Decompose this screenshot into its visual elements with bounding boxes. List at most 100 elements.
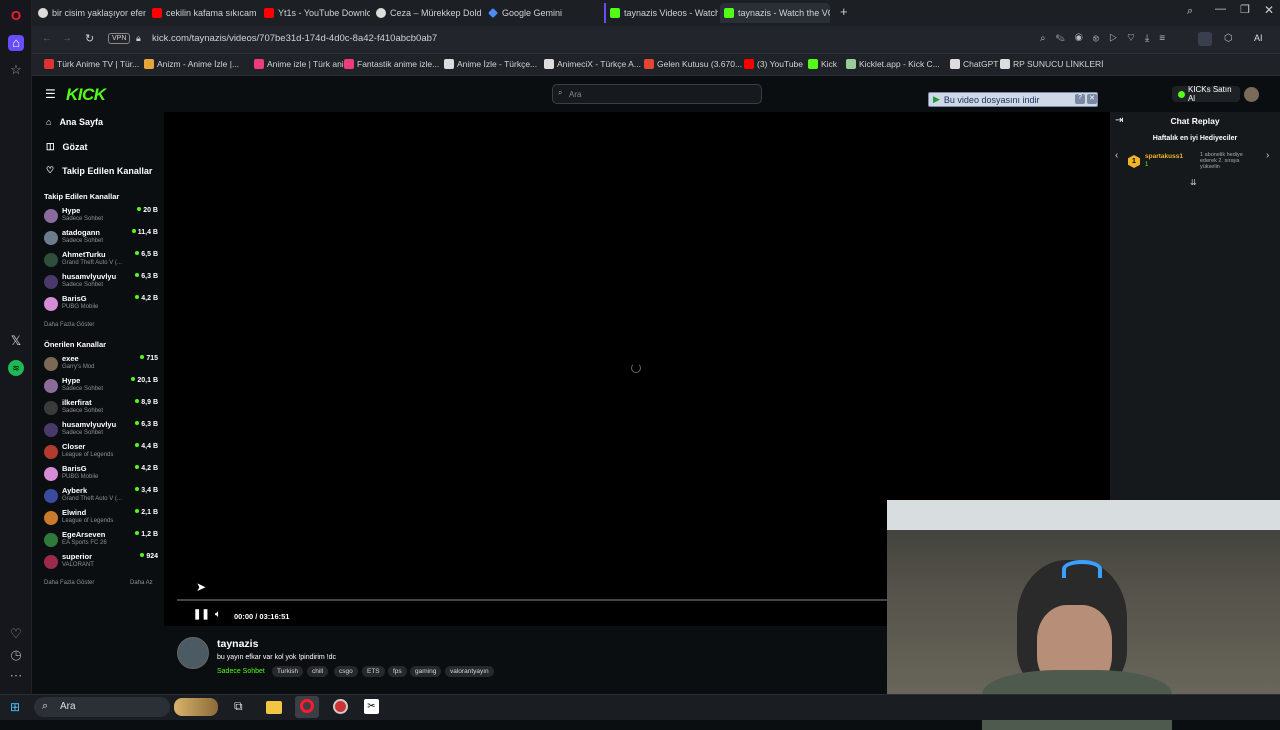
url-field[interactable]: kick.com/taynazis/videos/707be31d-174d-4… xyxy=(152,33,437,44)
channel-item[interactable]: ilkerfirat Sadece Sohbet 8,9 B xyxy=(44,398,158,420)
bookmark-item[interactable]: Anime izle | Türk ani... xyxy=(254,59,351,69)
reload-icon[interactable]: ↻ xyxy=(85,32,94,45)
channel-item[interactable]: BarisG PUBG Mobile 4,2 B xyxy=(44,464,158,486)
bookmark-item[interactable]: Kicklet.app - Kick C... xyxy=(846,59,940,69)
vpn-badge[interactable]: VPN xyxy=(108,33,131,44)
search-input[interactable]: ⌕ Ara xyxy=(552,84,762,104)
heart-icon[interactable]: ♡ xyxy=(8,626,24,642)
star-icon[interactable]: ☆ xyxy=(8,62,24,78)
tag-chip[interactable]: valorantyayın xyxy=(445,666,494,677)
kick-logo[interactable]: KICK xyxy=(66,85,106,105)
download-video-bar[interactable]: ▶ Bu video dosyasını indir ? ✕ xyxy=(928,92,1098,107)
channel-item[interactable]: Elwind League of Legends 2,1 B xyxy=(44,508,158,530)
channel-avatar xyxy=(44,445,58,459)
bookmark-item[interactable]: AnimeciX - Türkçe A... xyxy=(544,59,641,69)
bookmark-item[interactable]: (3) YouTube xyxy=(744,59,803,69)
progress-bar[interactable] xyxy=(177,599,887,601)
new-tab-icon[interactable]: + xyxy=(840,4,848,19)
channel-item[interactable]: AhmetTurku Grand Theft Auto V (... 6,5 B xyxy=(44,250,158,272)
bookmark-item[interactable]: Anizm - Anime İzle |... xyxy=(144,59,239,69)
bookmark-item[interactable]: Gelen Kutusu (3.670... xyxy=(644,59,742,69)
channel-item[interactable]: husamvlyuvlyu Sadece Sohbet 6,3 B xyxy=(44,272,158,294)
history-icon[interactable]: ◷ xyxy=(8,647,24,663)
nav-following[interactable]: ♡ Takip Edilen Kanallar xyxy=(46,165,152,176)
windows-start-icon[interactable]: ⊞ xyxy=(10,700,20,714)
capcut-icon[interactable]: ✂ xyxy=(364,699,379,714)
nav-browse[interactable]: ◫ Gözat xyxy=(46,141,88,152)
channel-item[interactable]: superior VALORANT 924 xyxy=(44,552,158,574)
user-avatar[interactable] xyxy=(1244,87,1259,102)
profile-icon[interactable] xyxy=(1198,32,1212,46)
channel-item[interactable]: Hype Sadece Sohbet 20,1 B xyxy=(44,376,158,398)
app-icon[interactable] xyxy=(333,699,348,714)
bookmark-favicon-icon xyxy=(744,59,754,69)
spotify-icon[interactable]: ≋ xyxy=(8,360,24,376)
chevron-left-icon[interactable]: ‹ xyxy=(1115,150,1118,161)
minimize-icon[interactable]: — xyxy=(1215,3,1226,15)
task-view-icon[interactable]: ⧉ xyxy=(234,699,243,714)
help-icon[interactable]: ? xyxy=(1075,94,1085,104)
channel-item[interactable]: Hype Sadece Sohbet 20 B xyxy=(44,206,158,228)
volume-icon[interactable]: 🔈︎ xyxy=(215,609,221,620)
toolbar-icons[interactable]: ⌕✎◉⊛▷♡⤓≡ xyxy=(1040,33,1175,44)
forward-icon[interactable]: → xyxy=(62,33,72,44)
bookmark-item[interactable]: ChatGPT xyxy=(950,59,998,69)
streamer-avatar[interactable] xyxy=(177,637,209,669)
tag-chip[interactable]: ETS xyxy=(362,666,385,677)
channel-item[interactable]: EgeArseven EA Sports FC 26 1,2 B xyxy=(44,530,158,552)
close-window-icon[interactable]: ✕ xyxy=(1264,3,1274,17)
tag-chip[interactable]: Turkish xyxy=(272,666,304,677)
opera-taskbar-button[interactable] xyxy=(295,696,319,718)
recommended-show-less[interactable]: Daha Az xyxy=(130,580,153,586)
extensions-icon[interactable]: ⬡ xyxy=(1224,33,1233,44)
home-icon[interactable]: ⌂ xyxy=(8,35,24,51)
streamer-name[interactable]: taynazis xyxy=(217,638,258,650)
maximize-icon[interactable]: ❐ xyxy=(1240,3,1250,16)
opera-logo-icon[interactable]: O xyxy=(8,8,24,24)
webcam-window-icon xyxy=(887,500,1280,530)
chevron-right-icon[interactable]: › xyxy=(1266,150,1269,161)
x-twitter-icon[interactable]: 𝕏 xyxy=(8,333,24,349)
bookmark-item[interactable]: Anime İzle - Türkçe... xyxy=(444,59,537,69)
tab[interactable]: Ceza – Mürekkep Doldurd xyxy=(372,3,482,23)
ai-button[interactable]: AI xyxy=(1254,33,1263,43)
tag-chip[interactable]: fps xyxy=(388,666,407,677)
back-icon[interactable]: ← xyxy=(42,33,52,44)
channel-game: Sadece Sohbet xyxy=(62,238,104,244)
channel-item[interactable]: BarisG PUBG Mobile 4,2 B xyxy=(44,294,158,316)
menu-icon[interactable]: ☰ xyxy=(45,87,56,101)
lock-icon[interactable]: 🔒︎ xyxy=(136,33,141,44)
close-icon[interactable]: ✕ xyxy=(1087,94,1097,104)
scroll-down-icon[interactable]: ⇊ xyxy=(1190,178,1197,187)
more-icon[interactable]: ⋯ xyxy=(8,668,24,684)
channel-item[interactable]: exee Garry's Mod 715 xyxy=(44,354,158,376)
category-link[interactable]: Sadece Sohbet xyxy=(217,668,265,675)
taskbar-search[interactable]: ⌕ Ara xyxy=(34,697,218,717)
channel-item[interactable]: husamvlyuvlyu Sadece Sohbet 6,3 B xyxy=(44,420,158,442)
tab[interactable]: Google Gemini xyxy=(484,3,594,23)
tab[interactable]: taynazis Videos - Watch C xyxy=(604,3,718,23)
search-tabs-icon[interactable]: ⌕ xyxy=(1187,5,1193,18)
tab[interactable]: Yt1s - YouTube Download xyxy=(260,3,370,23)
bookmark-item[interactable]: RP SUNUCU LİNKLERİ xyxy=(1000,59,1104,69)
buy-kicks-button[interactable]: KICKs Satın Al xyxy=(1172,85,1240,103)
channel-item[interactable]: Closer League of Legends 4,4 B xyxy=(44,442,158,464)
channel-item[interactable]: Ayberk Grand Theft Auto V (... 3,4 B xyxy=(44,486,158,508)
channel-item[interactable]: atadogann Sadece Sohbet 11,4 B xyxy=(44,228,158,250)
tab[interactable]: bir cisim yaklaşıyor efendi xyxy=(34,3,146,23)
recommended-show-more[interactable]: Daha Fazla Göster xyxy=(44,580,94,586)
file-explorer-icon[interactable] xyxy=(266,701,282,714)
time-display: 00:00 / 03:16:51 xyxy=(234,612,290,621)
pause-icon[interactable]: ❚❚ xyxy=(193,609,210,620)
tab[interactable]: cekilin kafama sıkıcam - Y xyxy=(148,3,258,23)
bookmark-item[interactable]: Fantastik anime izle... xyxy=(344,59,439,69)
nav-home[interactable]: ⌂ Ana Sayfa xyxy=(46,117,103,127)
bookmark-item[interactable]: Türk Anime TV | Tür... xyxy=(44,59,139,69)
tag-chip[interactable]: gaming xyxy=(410,666,442,677)
followed-show-more[interactable]: Daha Fazla Göster xyxy=(44,322,94,328)
tag-chip[interactable]: chill xyxy=(307,666,329,677)
gifter-name[interactable]: spartakuss1 xyxy=(1145,153,1183,160)
bookmark-item[interactable]: Kick xyxy=(808,59,837,69)
tag-chip[interactable]: csgo xyxy=(334,666,358,677)
tab-active[interactable]: taynazis - Watch the VOD xyxy=(720,3,830,23)
